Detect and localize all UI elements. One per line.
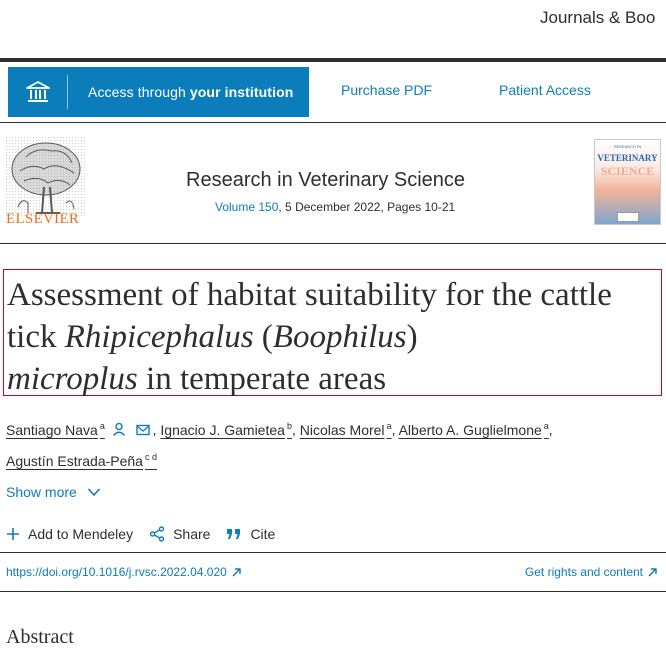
journal-header: ELSEVIER Research in Veterinary Science … [0, 123, 666, 243]
add-to-mendeley-button[interactable]: Add to Mendeley [6, 526, 133, 542]
author-link[interactable]: Nicolas Morel a [300, 421, 392, 438]
share-label: Share [173, 526, 211, 542]
institution-icon [8, 75, 68, 109]
purchase-pdf-link[interactable]: Purchase PDF [341, 82, 432, 98]
journal-title-link[interactable]: Research in Veterinary Science [186, 169, 465, 192]
journal-divider [0, 243, 666, 244]
journals-and-books-link[interactable]: Journals & Boo [540, 8, 655, 28]
author-link[interactable]: Agustín Estrada-Peña c d [6, 452, 157, 469]
article-actions: Add to Mendeley Share Cite [6, 524, 291, 544]
cite-button[interactable]: Cite [226, 526, 275, 542]
cover-title: VETERINARY [597, 153, 658, 163]
mendeley-label: Add to Mendeley [28, 526, 134, 542]
doi-row: https://doi.org/10.1016/j.rvsc.2022.04.0… [0, 553, 666, 591]
quote-icon [227, 529, 241, 539]
abstract-heading: Abstract [6, 626, 74, 648]
doi-divider [0, 591, 666, 592]
share-icon [149, 526, 165, 542]
article-title-highlight: Assessment of habitat suitability for th… [3, 269, 662, 397]
get-rights-link[interactable]: Get rights and content [525, 565, 658, 579]
patient-access-link[interactable]: Patient Access [499, 82, 591, 98]
chevron-down-icon [87, 488, 100, 497]
doi-link[interactable]: https://doi.org/10.1016/j.rvsc.2022.04.0… [6, 565, 242, 579]
article-title: Assessment of habitat suitability for th… [7, 277, 612, 397]
volume-link[interactable]: Volume 150 [215, 200, 278, 214]
rights-text: Get rights and content [524, 565, 643, 579]
doi-text: https://doi.org/10.1016/j.rvsc.2022.04.0… [6, 565, 227, 579]
external-arrow-icon [648, 567, 657, 576]
access-bar: Access through your institution Purchase… [0, 62, 666, 122]
journal-cover-image[interactable]: RESEARCH IN VETERINARY SCIENCE [594, 139, 661, 225]
show-more-label: Show more [6, 484, 77, 500]
share-button[interactable]: Share [149, 526, 210, 542]
cover-top-text: RESEARCH IN [613, 144, 642, 149]
envelope-icon[interactable] [135, 418, 150, 444]
top-navigation: Journals & Boo [0, 0, 666, 58]
author-link[interactable]: Ignacio J. Gamietea b [160, 421, 292, 438]
author-list: Santiago Nava a , Ignacio J. Gamietea b, N… [6, 413, 656, 474]
access-button-label: Access through your institution [88, 84, 294, 100]
show-more-button[interactable]: Show more [6, 484, 101, 500]
author-link[interactable]: Santiago Nava a [6, 421, 105, 438]
cite-label: Cite [250, 526, 276, 542]
cover-title-2: SCIENCE [600, 164, 655, 178]
plus-icon [7, 528, 19, 540]
publisher-name: ELSEVIER [6, 211, 80, 227]
external-arrow-icon [232, 567, 241, 576]
author-link[interactable]: Alberto A. Guglielmone a [399, 421, 549, 438]
cover-publisher-logo [617, 212, 639, 222]
person-icon[interactable] [112, 418, 126, 444]
access-through-institution-button[interactable]: Access through your institution [8, 67, 309, 117]
issue-info: Volume 150, 5 December 2022, Pages 10-21 [215, 200, 456, 214]
